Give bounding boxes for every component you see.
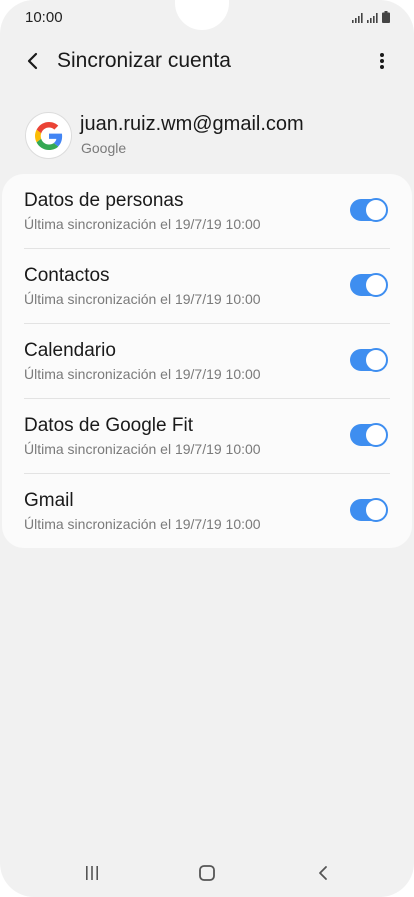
sync-list: Datos de personas Última sincronización … [2,174,412,548]
sync-item-title: Gmail [24,490,74,511]
navigation-bar [0,849,414,897]
sync-item-contacts[interactable]: Contactos Última sincronización el 19/7/… [2,249,412,324]
sync-item-last-sync: Última sincronización el 19/7/19 10:00 [24,216,261,232]
sync-item-title: Contactos [24,265,110,286]
status-bar: 10:00 [0,0,414,34]
sync-item-title: Datos de personas [24,190,184,211]
battery-icon [382,10,390,28]
more-vert-icon [380,53,384,69]
app-bar: Sincronizar cuenta [0,38,414,84]
back-button[interactable] [18,46,48,76]
back-arrow-icon [27,52,38,70]
status-icons [352,10,390,28]
sync-item-people-data[interactable]: Datos de personas Última sincronización … [2,174,412,249]
back-icon [319,866,327,880]
sync-item-title: Calendario [24,340,116,361]
sync-item-google-fit[interactable]: Datos de Google Fit Última sincronizació… [2,399,412,474]
toggle-knob [364,423,388,447]
sync-item-gmail[interactable]: Gmail Última sincronización el 19/7/19 1… [2,474,412,549]
home-icon [199,865,215,881]
sync-toggle[interactable] [350,198,388,222]
sync-item-last-sync: Última sincronización el 19/7/19 10:00 [24,441,261,457]
account-type: Google [81,140,127,156]
recents-icon [86,866,98,880]
toggle-knob [364,273,388,297]
avatar [25,112,72,159]
account-email: juan.ruiz.wm@gmail.com [80,113,304,135]
recents-button[interactable] [80,861,104,885]
toggle-knob [364,498,388,522]
more-options-button[interactable] [370,46,394,76]
sync-item-last-sync: Última sincronización el 19/7/19 10:00 [24,291,261,307]
sync-toggle[interactable] [350,423,388,447]
sync-toggle[interactable] [350,273,388,297]
signal-icon [352,10,363,28]
google-logo-icon [34,121,62,150]
sync-item-title: Datos de Google Fit [24,415,193,436]
page-title: Sincronizar cuenta [57,49,231,72]
phone-screen: 10:00 Sincronizar cuenta juan.ruiz.wm@gm… [0,0,414,897]
toggle-knob [364,198,388,222]
sync-item-last-sync: Última sincronización el 19/7/19 10:00 [24,516,261,532]
sync-toggle[interactable] [350,498,388,522]
sync-toggle[interactable] [350,348,388,372]
sync-item-last-sync: Última sincronización el 19/7/19 10:00 [24,366,261,382]
signal-icon [367,10,378,28]
account-header: juan.ruiz.wm@gmail.com Google [0,105,414,165]
sync-item-calendar[interactable]: Calendario Última sincronización el 19/7… [2,324,412,399]
toggle-knob [364,348,388,372]
home-button[interactable] [195,861,219,885]
nav-back-button[interactable] [311,861,335,885]
status-time: 10:00 [25,9,63,26]
